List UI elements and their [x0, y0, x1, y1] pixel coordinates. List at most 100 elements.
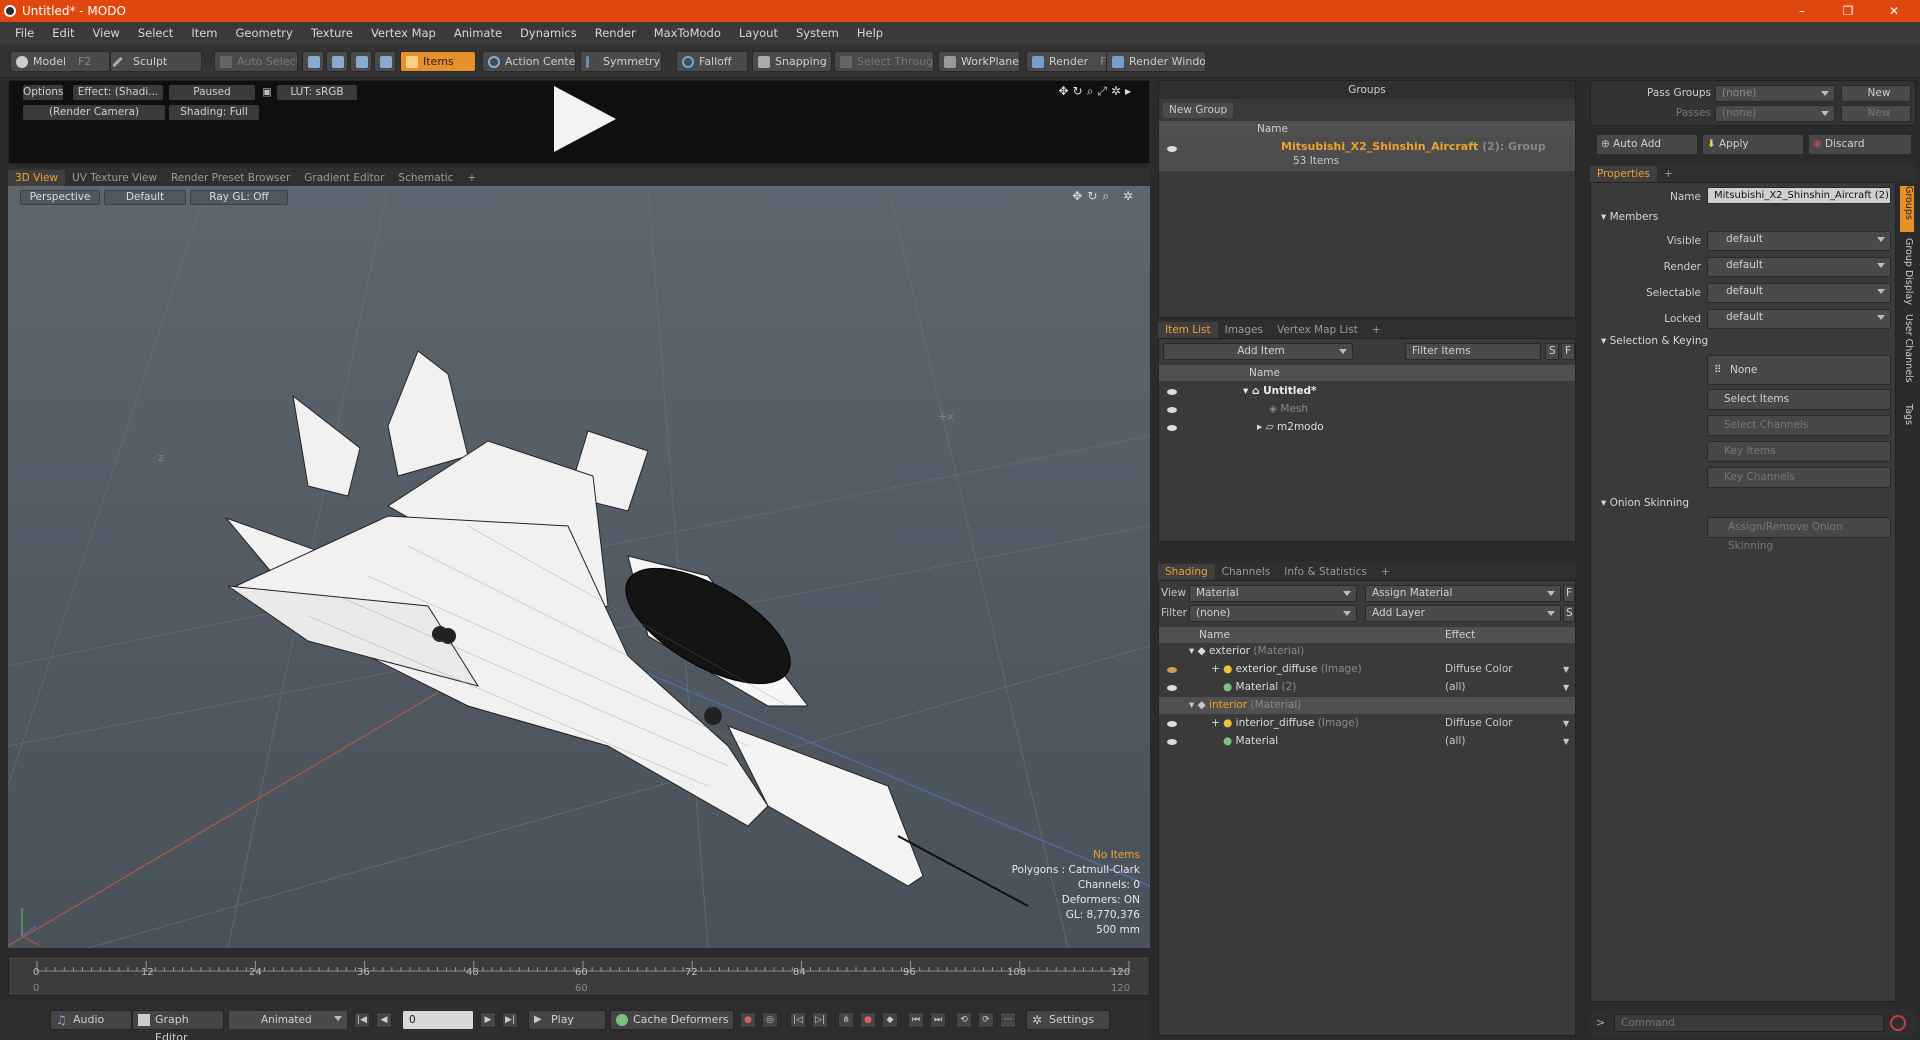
side-tab-user-channels[interactable]: User Channels [1900, 314, 1914, 383]
model-mode-button[interactable]: Model F2 [10, 51, 110, 72]
skip-back-button[interactable]: ⏮ [908, 1012, 924, 1028]
viewport-nav-icons[interactable]: ✥↻⌕ ✲ [1072, 189, 1138, 204]
menu-geometry[interactable]: Geometry [227, 26, 302, 40]
group-name-input[interactable]: Mitsubishi_X2_Shinshin_Aircraft (2) [1707, 187, 1891, 204]
onion-skinning-section[interactable]: ▾ Onion Skinning [1601, 497, 1689, 509]
render-button[interactable]: RenderF9 [1026, 51, 1108, 72]
menu-edit[interactable]: Edit [43, 26, 83, 40]
bounce-icon[interactable]: ⟳ [978, 1012, 994, 1028]
members-section[interactable]: ▾ Members [1601, 211, 1658, 223]
shader-row-material[interactable]: ● Material (2) (all) ▼ [1159, 679, 1575, 696]
tab-channels[interactable]: Channels [1215, 564, 1278, 580]
apply-button[interactable]: ⬇ Apply [1702, 134, 1804, 155]
tab-schematic[interactable]: Schematic [391, 170, 460, 186]
view-dropdown[interactable]: Material [1189, 585, 1357, 602]
menu-file[interactable]: File [6, 26, 43, 40]
menu-layout[interactable]: Layout [730, 26, 787, 40]
default-shading-dropdown[interactable]: Default [104, 190, 186, 205]
shading-f-button[interactable]: F [1563, 585, 1575, 602]
side-tab-tags[interactable]: Tags [1900, 404, 1914, 425]
preview-options-button[interactable]: Options [23, 85, 64, 100]
vertex-mode-button[interactable] [302, 51, 324, 72]
next-marker-button[interactable]: ▷| [812, 1012, 828, 1028]
key-icon[interactable]: ◎ [762, 1012, 778, 1028]
snapping-button[interactable]: Snapping [752, 51, 832, 72]
tab-shading[interactable]: Shading [1158, 564, 1215, 580]
tab-render-preset-browser[interactable]: Render Preset Browser [164, 170, 297, 186]
side-tab-group-display[interactable]: Group Display [1900, 238, 1914, 305]
settings-button[interactable]: ✲ Settings [1026, 1010, 1110, 1030]
shader-row-exterior[interactable]: ▾ ◆ exterior (Material) [1159, 643, 1575, 660]
tab-item-list[interactable]: Item List [1158, 322, 1218, 338]
tab-3d-view[interactable]: 3D View [8, 170, 66, 186]
menu-help[interactable]: Help [848, 26, 892, 40]
3d-viewport[interactable]: z +x Perspective Default Ray GL: Off ✥↻⌕… [8, 186, 1150, 948]
loop-icon[interactable]: ⟲ [956, 1012, 972, 1028]
preview-nav-icons[interactable]: ✥↻⌕⤢✲▸ [1058, 84, 1135, 99]
preview-paused-button[interactable]: Paused [169, 85, 255, 100]
play-button[interactable]: ▶ Play [528, 1010, 606, 1030]
render-camera-dropdown[interactable]: (Render Camera) [23, 105, 165, 120]
go-end-button[interactable]: ▶| [502, 1012, 518, 1028]
render-window-button[interactable]: Render Window [1106, 51, 1206, 72]
material-mode-button[interactable] [374, 51, 396, 72]
key-channels-button[interactable]: Key Channels [1707, 467, 1891, 488]
assign-material-dropdown[interactable]: Assign Material [1365, 585, 1561, 602]
shader-row-interior-diffuse[interactable]: + ● interior_diffuse (Image) Diffuse Col… [1159, 715, 1575, 732]
sculpt-mode-button[interactable]: Sculpt [110, 51, 202, 72]
command-input[interactable] [1614, 1014, 1884, 1032]
tab-gradient-editor[interactable]: Gradient Editor [297, 170, 391, 186]
tab-images[interactable]: Images [1218, 322, 1270, 338]
play-icon[interactable] [554, 86, 616, 152]
symmetry-button[interactable]: Symmetry [580, 51, 662, 72]
menu-maxtomodo[interactable]: MaxToModo [645, 26, 730, 40]
skip-forward-button[interactable]: ⏭ [930, 1012, 946, 1028]
menu-select[interactable]: Select [129, 26, 182, 40]
new-pass-group-button[interactable]: New [1841, 85, 1911, 102]
tab-properties[interactable]: Properties [1590, 166, 1658, 182]
shading-dropdown[interactable]: Shading: Full [169, 105, 259, 120]
item-s-button[interactable]: S [1545, 343, 1559, 360]
lut-dropdown[interactable]: LUT: sRGB [277, 85, 357, 100]
menu-animate[interactable]: Animate [445, 26, 511, 40]
select-through-button[interactable]: Select Through [834, 51, 934, 72]
animated-dropdown[interactable]: Animated [228, 1010, 348, 1030]
item-row-m2modo[interactable]: ▸ ▱ m2modo [1159, 419, 1575, 436]
key-mode-icon[interactable]: ⋔ [838, 1012, 854, 1028]
raygl-dropdown[interactable]: Ray GL: Off [190, 190, 288, 205]
command-status-icon[interactable] [1890, 1015, 1906, 1031]
tab-info-statistics[interactable]: Info & Statistics [1277, 564, 1374, 580]
go-start-button[interactable]: |◀ [354, 1012, 370, 1028]
cache-settings-icon[interactable]: ⋯ [1000, 1012, 1016, 1028]
tab-vertex-map-list[interactable]: Vertex Map List [1270, 322, 1365, 338]
shading-s-button[interactable]: S [1563, 605, 1575, 622]
minimize-button[interactable]: – [1780, 0, 1824, 22]
perspective-dropdown[interactable]: Perspective [20, 190, 100, 205]
auto-add-button[interactable]: ⊕ Auto Add [1596, 134, 1698, 155]
selectable-dropdown[interactable]: default [1707, 283, 1891, 303]
auto-select-button[interactable]: Auto Select [214, 51, 298, 72]
menu-vertex-map[interactable]: Vertex Map [362, 26, 445, 40]
maximize-button[interactable]: ❐ [1826, 0, 1870, 22]
shader-row-exterior-diffuse[interactable]: + ● exterior_diffuse (Image) Diffuse Col… [1159, 661, 1575, 678]
close-button[interactable]: ✕ [1872, 0, 1916, 22]
keyframe-icon[interactable]: ◆ [882, 1012, 898, 1028]
tab-uv-texture-view[interactable]: UV Texture View [65, 170, 164, 186]
record-icon[interactable]: ● [740, 1012, 756, 1028]
visible-dropdown[interactable]: default [1707, 231, 1891, 251]
menu-item[interactable]: Item [182, 26, 226, 40]
menu-view[interactable]: View [84, 26, 129, 40]
graph-editor-button[interactable]: Graph Editor [132, 1010, 224, 1040]
filter-dropdown[interactable]: (none) [1189, 605, 1357, 622]
discard-button[interactable]: ⊗ Discard [1808, 134, 1912, 155]
item-row-untitled[interactable]: ▾ ⌂ Untitled* [1159, 383, 1575, 400]
prev-marker-button[interactable]: |◁ [790, 1012, 806, 1028]
timeline[interactable]: 0 12 24 36 48 60 72 84 96 108 120 0 60 1… [8, 956, 1150, 996]
action-center-button[interactable]: Action Center [482, 51, 576, 72]
pass-groups-dropdown[interactable]: (none) [1715, 85, 1835, 102]
autokey-icon[interactable]: ● [860, 1012, 876, 1028]
add-layer-dropdown[interactable]: Add Layer [1365, 605, 1561, 622]
polygon-mode-button[interactable] [350, 51, 372, 72]
render-dropdown[interactable]: default [1707, 257, 1891, 277]
add-tab-button[interactable]: + [460, 170, 483, 186]
